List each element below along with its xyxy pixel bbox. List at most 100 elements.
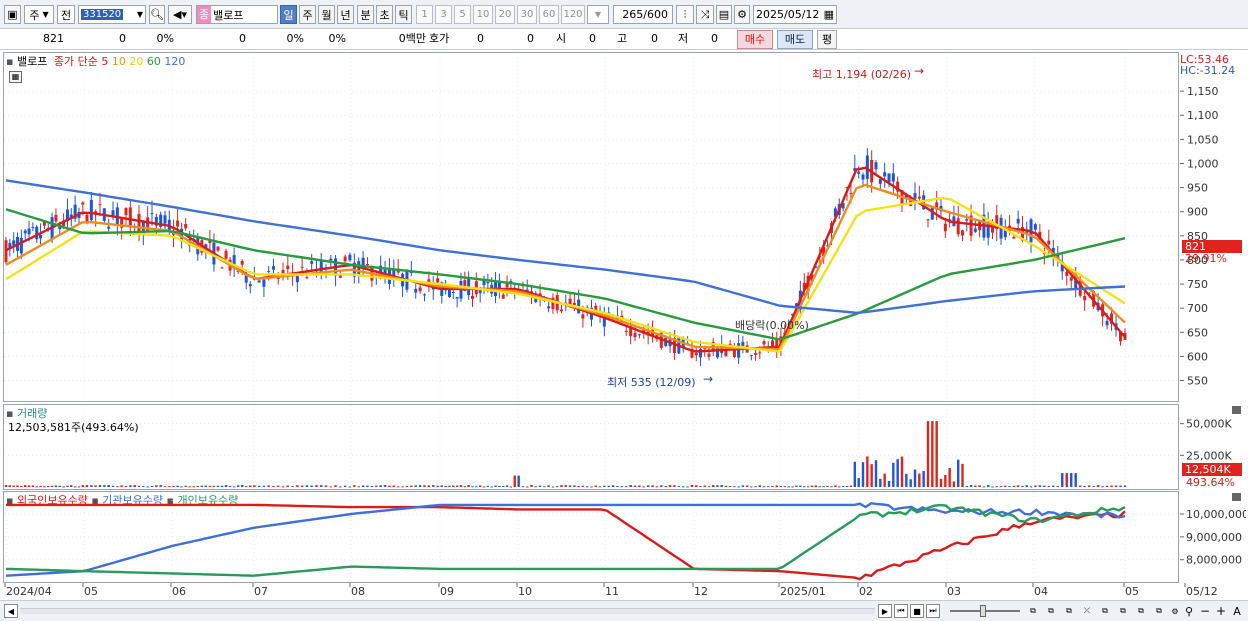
zoom-out-icon[interactable]: − <box>1198 604 1212 618</box>
volume-chart[interactable] <box>4 405 1179 489</box>
search-icon[interactable]: ⚲ <box>1182 604 1196 618</box>
interval-button[interactable]: 60 <box>539 5 559 24</box>
candle-body <box>422 294 426 296</box>
interval-button[interactable]: 1 <box>416 5 433 24</box>
candle-body <box>305 277 309 279</box>
chart-tool-icon[interactable]: ⧉ <box>1152 604 1166 618</box>
chart-type-icon[interactable]: ⤨ <box>696 5 714 24</box>
search-icon[interactable]: 🔍︎ <box>149 5 165 24</box>
candle-body <box>107 226 111 229</box>
high-label: 고 <box>617 32 628 45</box>
speaker-icon[interactable]: ◀▾ <box>168 5 192 24</box>
volume-bar <box>423 485 426 487</box>
fast-forward-icon[interactable]: ⏭ <box>926 604 940 618</box>
candlestick-icon[interactable]: ⫶ <box>676 5 694 24</box>
chart-tool-icon[interactable]: ⧉ <box>1098 604 1112 618</box>
volume-bar <box>353 485 356 487</box>
chevron-down-icon[interactable]: ▼ <box>137 10 143 19</box>
stop-icon[interactable]: ■ <box>910 604 924 618</box>
holdings-chart[interactable] <box>4 492 1179 582</box>
interval-dropdown[interactable]: ▼ <box>587 5 609 24</box>
chart-tool-icon[interactable]: ⧉ <box>1062 604 1076 618</box>
interval-button[interactable]: 20 <box>495 5 515 24</box>
volume-bar <box>432 485 435 487</box>
prev-button[interactable]: 전 <box>57 5 75 24</box>
open-value: 0 <box>589 32 596 45</box>
save-icon[interactable]: ▤ <box>716 5 732 24</box>
scroll-left-icon[interactable]: ◀ <box>4 604 18 618</box>
interval-button[interactable]: 5 <box>454 5 471 24</box>
chart-tool-icon[interactable]: ⧉ <box>1134 604 1148 618</box>
interval-button[interactable]: 10 <box>473 5 493 24</box>
buy-button[interactable]: 매수 <box>737 30 773 49</box>
stock-code-input[interactable]: 331520 ▼ <box>78 5 146 24</box>
volume-bar <box>625 486 628 488</box>
volume-bar <box>724 485 728 487</box>
font-size-icon[interactable]: A <box>1230 604 1244 618</box>
chart-tool-icon[interactable]: ⧉ <box>1044 604 1058 618</box>
volume-bar <box>1101 486 1104 488</box>
volume-bar <box>120 485 123 487</box>
chart-window: ▣ 주 ▼ 전 331520 ▼ 🔍︎ ◀▾ 종 밸로프 일 주 월 년 분 초 … <box>0 0 1248 621</box>
volume-bar <box>475 486 478 488</box>
volume-bar <box>629 485 632 487</box>
period-second[interactable]: 초 <box>376 5 393 24</box>
zoom-in-icon[interactable]: + <box>1214 604 1228 618</box>
interval-label: 5 <box>459 9 466 20</box>
horizontal-scrollbar[interactable] <box>20 608 875 614</box>
market-type-select[interactable]: 주 ▼ <box>24 5 54 24</box>
sell-button[interactable]: 매도 <box>777 30 813 49</box>
stock-name-field[interactable]: 종 밸로프 <box>196 5 278 24</box>
pane-close-icon[interactable] <box>1232 406 1241 414</box>
interval-button[interactable]: 3 <box>435 5 452 24</box>
zoom-slider-handle[interactable] <box>980 605 986 617</box>
volume-bar <box>538 485 542 487</box>
candle-body <box>4 240 8 263</box>
volume-bar <box>310 485 313 487</box>
volume-bar <box>455 485 459 487</box>
scroll-right-icon[interactable]: ▶ <box>878 604 892 618</box>
chart-tool-icon[interactable]: ⧉ <box>1026 604 1040 618</box>
interval-button[interactable]: 30 <box>517 5 537 24</box>
prev-label: 전 <box>60 8 72 22</box>
candle-body <box>737 343 741 358</box>
gear-icon[interactable]: ⚙ <box>734 5 750 24</box>
period-tick[interactable]: 틱 <box>395 5 412 24</box>
volume-bar <box>249 485 252 487</box>
candle-body <box>27 228 31 235</box>
volume-bar <box>767 486 770 488</box>
candle-body <box>451 292 455 294</box>
high-annotation: 최고 1,194 (02/26) <box>812 68 912 81</box>
volume-bar <box>594 485 597 487</box>
period-month[interactable]: 월 <box>318 5 335 24</box>
x-tick-label: 04 <box>1034 585 1048 598</box>
volume-bar <box>1029 486 1033 488</box>
period-week[interactable]: 주 <box>299 5 316 24</box>
price-chart[interactable] <box>4 53 1179 401</box>
chart-tool-icon[interactable]: ⤫ <box>1080 604 1094 618</box>
volume-bar <box>965 486 968 488</box>
volume-bar <box>1034 485 1037 487</box>
volume-bar <box>857 478 860 487</box>
window-menu-icon[interactable]: ▣ <box>4 5 21 24</box>
volume-bar <box>296 485 299 487</box>
candle-body <box>482 280 486 286</box>
chart-tool-icon[interactable]: ⧉ <box>1116 604 1130 618</box>
period-minute[interactable]: 분 <box>357 5 374 24</box>
period-label: 주 <box>302 8 313 22</box>
volume-bar <box>320 485 323 487</box>
date-input[interactable]: 2025/05/12 ▦ <box>753 5 837 24</box>
calendar-icon[interactable]: ▦ <box>824 8 834 21</box>
count-input[interactable]: 265/600 <box>613 5 673 24</box>
interval-button[interactable]: 120 <box>561 5 585 24</box>
period-year[interactable]: 년 <box>337 5 354 24</box>
volume-bar <box>771 485 774 487</box>
volume-bar <box>1087 485 1091 487</box>
volume-bar <box>703 485 706 487</box>
settings-icon[interactable]: ⚙ <box>1168 604 1182 618</box>
volume-bar <box>1061 473 1064 487</box>
average-button[interactable]: 평 <box>817 30 837 49</box>
period-day[interactable]: 일 <box>280 5 297 24</box>
rewind-icon[interactable]: ⏮ <box>894 604 908 618</box>
candle-body <box>1069 277 1073 281</box>
